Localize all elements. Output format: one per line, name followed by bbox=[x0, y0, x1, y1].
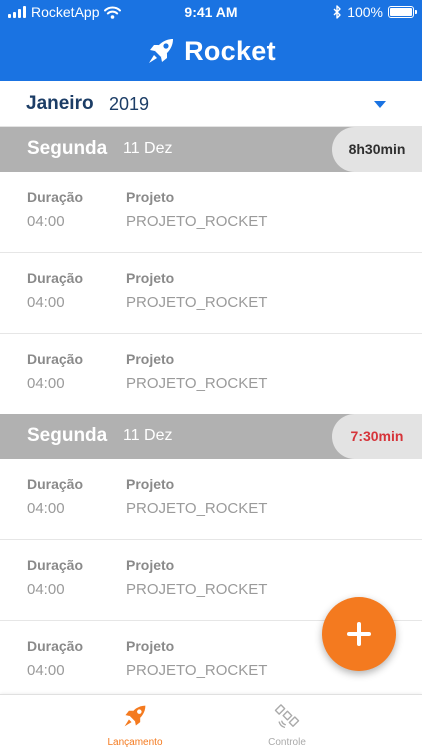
duration-label: Duração bbox=[27, 638, 84, 654]
rocket-logo-icon bbox=[149, 39, 174, 63]
day-header: Segunda 11 Dez 7:30min bbox=[0, 414, 422, 459]
project-value: PROJETO_ROCKET bbox=[126, 375, 268, 392]
status-bar: RocketApp 9:41 AM 100% bbox=[0, 0, 422, 24]
duration-value: 04:00 bbox=[27, 500, 65, 517]
app-header: RocketApp 9:41 AM 100% Rocket bbox=[0, 0, 422, 81]
battery-percent: 100% bbox=[347, 4, 383, 20]
bluetooth-icon bbox=[333, 5, 341, 19]
add-entry-button[interactable] bbox=[322, 597, 396, 671]
list-item[interactable]: Duração Projeto 04:00 PROJETO_ROCKET bbox=[0, 334, 422, 415]
duration-value: 04:00 bbox=[27, 662, 65, 679]
project-value: PROJETO_ROCKET bbox=[126, 662, 268, 679]
tab-controle-label: Controle bbox=[268, 737, 306, 748]
project-label: Projeto bbox=[126, 351, 175, 367]
day-date: 11 Dez bbox=[123, 427, 173, 444]
day-weekday: Segunda bbox=[27, 425, 108, 446]
satellite-icon bbox=[274, 704, 300, 728]
project-label: Projeto bbox=[126, 189, 175, 205]
app-title: Rocket bbox=[184, 35, 276, 66]
project-label: Projeto bbox=[126, 476, 175, 492]
tab-controle[interactable]: Controle bbox=[227, 703, 347, 748]
tab-lancamento[interactable]: Lançamento bbox=[75, 703, 195, 748]
chevron-down-icon[interactable] bbox=[374, 101, 386, 108]
duration-value: 04:00 bbox=[27, 581, 65, 598]
project-value: PROJETO_ROCKET bbox=[126, 500, 268, 517]
project-label: Projeto bbox=[126, 557, 175, 573]
duration-label: Duração bbox=[27, 189, 84, 205]
day-weekday: Segunda bbox=[27, 138, 108, 159]
brand: Rocket bbox=[0, 32, 422, 70]
project-label: Projeto bbox=[126, 638, 175, 654]
tab-lancamento-label: Lançamento bbox=[107, 737, 163, 748]
day-date: 11 Dez bbox=[123, 140, 173, 157]
project-value: PROJETO_ROCKET bbox=[126, 581, 268, 598]
duration-value: 04:00 bbox=[27, 213, 65, 230]
month-selector[interactable]: Janeiro 2019 bbox=[0, 81, 422, 127]
duration-label: Duração bbox=[27, 557, 84, 573]
list-item[interactable]: Duração Projeto 04:00 PROJETO_ROCKET bbox=[0, 459, 422, 540]
duration-label: Duração bbox=[27, 476, 84, 492]
year-label: 2019 bbox=[109, 94, 150, 114]
list-item[interactable]: Duração Projeto 04:00 PROJETO_ROCKET bbox=[0, 172, 422, 253]
duration-value: 04:00 bbox=[27, 294, 65, 311]
day-total-badge: 7:30min bbox=[332, 414, 422, 459]
duration-label: Duração bbox=[27, 351, 84, 367]
duration-value: 04:00 bbox=[27, 375, 65, 392]
day-total-badge: 8h30min bbox=[332, 127, 422, 172]
battery-icon bbox=[388, 6, 417, 18]
duration-label: Duração bbox=[27, 270, 84, 286]
rocket-icon bbox=[124, 705, 146, 727]
tab-bar: Lançamento Controle bbox=[0, 694, 422, 750]
list-item[interactable]: Duração Projeto 04:00 PROJETO_ROCKET bbox=[0, 253, 422, 334]
day-header: Segunda 11 Dez 8h30min bbox=[0, 127, 422, 172]
month-label: Janeiro bbox=[26, 93, 94, 114]
project-value: PROJETO_ROCKET bbox=[126, 213, 268, 230]
project-value: PROJETO_ROCKET bbox=[126, 294, 268, 311]
project-label: Projeto bbox=[126, 270, 175, 286]
